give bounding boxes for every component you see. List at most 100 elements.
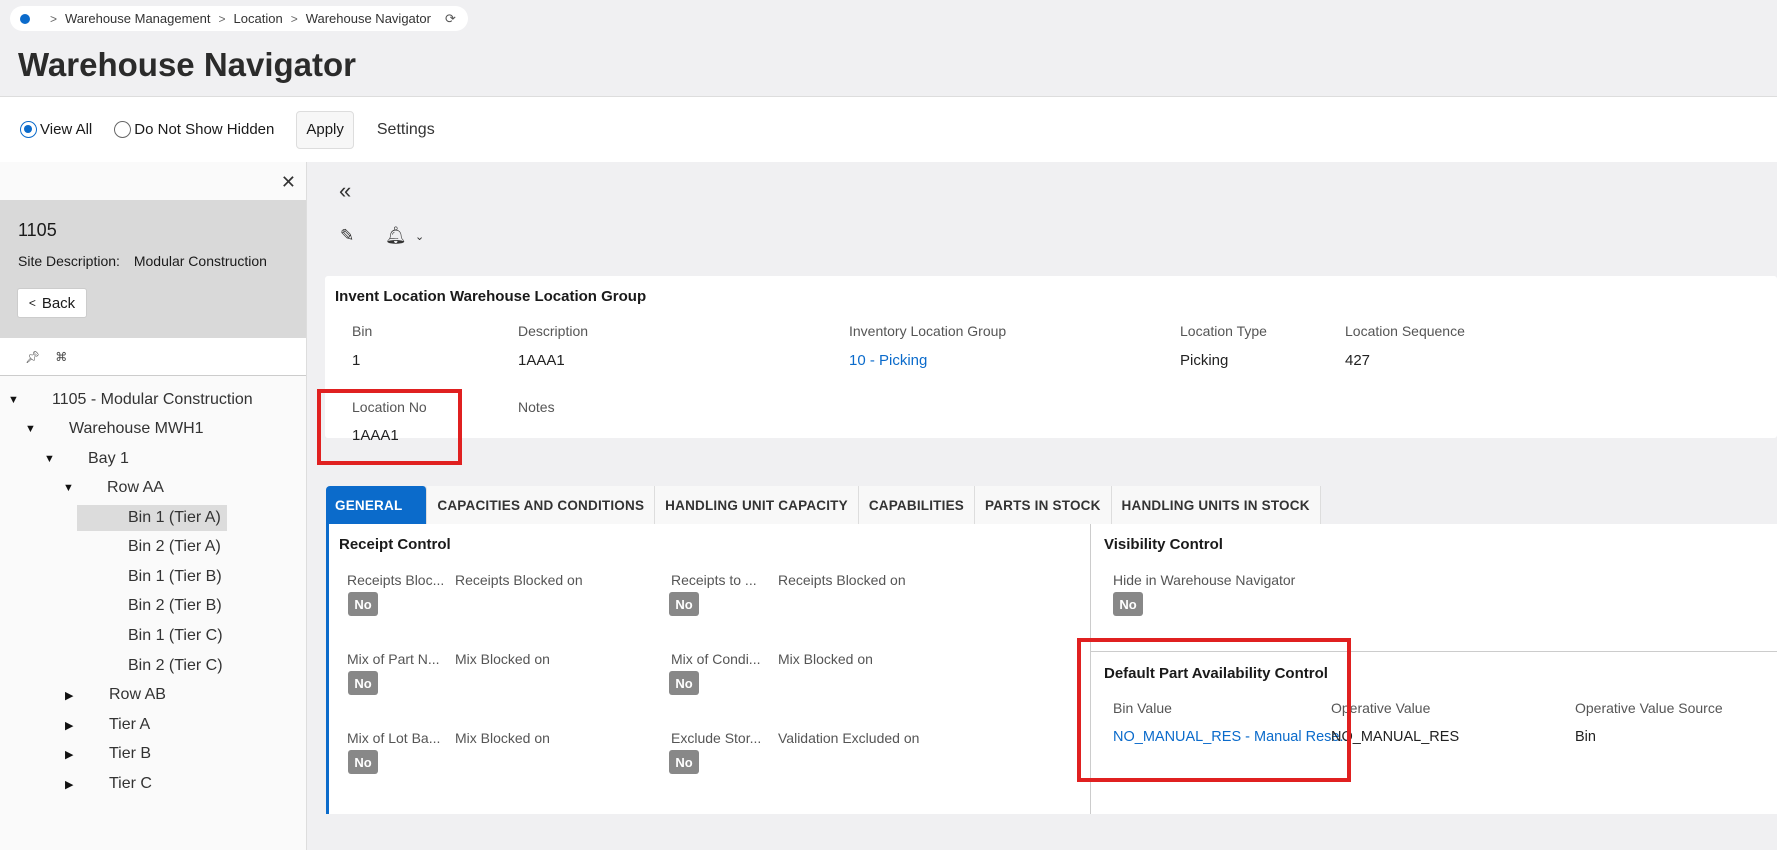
tree-item-bin[interactable]: Bin 2 (Tier C) — [128, 651, 223, 681]
tree-item-label: Tier C — [109, 775, 152, 792]
mix-blocked-on-label-2: Mix Blocked on — [778, 651, 873, 667]
tree-item-label: Warehouse MWH1 — [69, 420, 204, 437]
tree-item-site[interactable]: ▼ 1105 - Modular Construction — [8, 385, 253, 415]
site-description-value: Modular Construction — [133, 253, 267, 269]
home-icon[interactable] — [20, 13, 30, 24]
caret-right-icon[interactable]: ▶ — [65, 689, 79, 702]
receipts-to-badge: No — [669, 592, 699, 616]
tree-item-bin[interactable]: Bin 2 (Tier B) — [128, 591, 222, 621]
receipts-blocked-on-label-2: Receipts Blocked on — [778, 572, 906, 588]
location-type-value: Picking — [1180, 352, 1229, 369]
settings-button[interactable]: Settings — [377, 121, 435, 139]
location-info-card: Invent Location Warehouse Location Group… — [325, 276, 1777, 444]
back-button[interactable]: < Back — [17, 288, 87, 318]
description-value: 1AAA1 — [518, 352, 565, 369]
page-title: Warehouse Navigator — [18, 46, 357, 83]
tab-parts-in-stock[interactable]: PARTS IN STOCK — [974, 486, 1112, 524]
location-sequence-label: Location Sequence — [1345, 323, 1465, 339]
location-type-label: Location Type — [1180, 323, 1267, 339]
tree-item-bin-selected[interactable]: Bin 1 (Tier A) — [77, 503, 227, 533]
card-title: Invent Location Warehouse Location Group — [335, 288, 647, 305]
tree-item-label: Bin 2 (Tier B) — [128, 597, 222, 614]
exclude-storage-badge: No — [669, 750, 699, 774]
tab-general[interactable]: GENERAL — [326, 486, 428, 524]
do-not-show-hidden-label: Do Not Show Hidden — [134, 121, 275, 138]
caret-right-icon[interactable]: ▶ — [65, 719, 79, 732]
bell-icon[interactable]: 🔔︎ — [385, 226, 407, 246]
apply-button[interactable]: Apply — [296, 110, 354, 149]
grid-icon[interactable]: ⌘ — [55, 350, 67, 364]
caret-right-icon[interactable]: ▶ — [65, 778, 79, 791]
radio-unchecked-icon[interactable] — [114, 121, 132, 138]
tree-item-bin[interactable]: Bin 1 (Tier C) — [128, 621, 223, 651]
pin-icon[interactable]: 📌︎ — [25, 350, 40, 364]
mix-of-lot-batch-label: Mix of Lot Ba... — [347, 730, 441, 746]
refresh-icon[interactable]: ⟳ — [445, 11, 456, 27]
inventory-location-group-label: Inventory Location Group — [849, 323, 1007, 339]
tree-item-bay[interactable]: ▼ Bay 1 — [44, 444, 129, 474]
tree-item-bin[interactable]: Bin 2 (Tier A) — [128, 532, 221, 562]
breadcrumb: > Warehouse Management > Location > Ware… — [10, 6, 468, 31]
caret-right-icon[interactable]: ▶ — [65, 748, 79, 761]
receipts-blocked-label: Receipts Bloc... — [347, 572, 445, 588]
caret-down-icon[interactable]: ▼ — [8, 394, 22, 406]
tree-item-label: Tier B — [109, 745, 152, 762]
tree-item-label: Tier A — [109, 716, 151, 733]
radio-checked-icon[interactable] — [20, 121, 37, 138]
bin-value: 1 — [352, 352, 361, 369]
site-description: Site Description: Modular Construction — [18, 253, 267, 269]
tree-item-warehouse[interactable]: ▼ Warehouse MWH1 — [25, 414, 204, 444]
caret-down-icon[interactable]: ▼ — [44, 453, 58, 465]
visibility-control-title: Visibility Control — [1104, 536, 1223, 553]
view-all-label: View All — [40, 121, 93, 138]
tree-item-tier[interactable]: ▶ Tier B — [65, 739, 151, 769]
tree-item-label: Bin 1 (Tier C) — [128, 627, 223, 644]
mix-of-part-label: Mix of Part N... — [347, 651, 440, 667]
inventory-location-group-link[interactable]: 10 - Picking — [849, 352, 927, 369]
validation-excluded-on-label: Validation Excluded on — [778, 730, 920, 746]
tree-item-label: Bin 2 (Tier C) — [128, 657, 223, 674]
mix-of-condition-badge: No — [669, 671, 699, 695]
tree-item-label: Bin 1 (Tier A) — [77, 505, 227, 531]
caret-down-icon[interactable]: ▼ — [25, 423, 39, 435]
do-not-show-hidden-radio[interactable]: Do Not Show Hidden — [114, 121, 274, 138]
tab-handling-unit-capacity[interactable]: HANDLING UNIT CAPACITY — [655, 486, 859, 524]
highlight-box-bin-value — [1077, 638, 1351, 782]
tree-item-label: Bin 1 (Tier B) — [128, 568, 222, 585]
tab-capacities-and-conditions[interactable]: CAPACITIES AND CONDITIONS — [427, 486, 656, 524]
mix-blocked-on-label-3: Mix Blocked on — [455, 730, 550, 746]
breadcrumb-item-warehouse-management[interactable]: Warehouse Management — [65, 11, 211, 26]
chevron-left-icon: < — [28, 296, 36, 310]
tree-item-row-ab[interactable]: ▶ Row AB — [65, 680, 166, 710]
tree-item-tier[interactable]: ▶ Tier C — [65, 769, 152, 799]
pencil-icon[interactable]: ✎ — [340, 226, 354, 246]
general-tab-panel: Receipt Control Receipts Bloc... Receipt… — [326, 524, 1777, 814]
tab-handling-units-in-stock[interactable]: HANDLING UNITS IN STOCK — [1111, 486, 1321, 524]
chevron-down-icon[interactable]: ⌄ — [415, 230, 424, 243]
hide-in-navigator-label: Hide in Warehouse Navigator — [1113, 572, 1296, 588]
operative-value-source: Bin — [1575, 729, 1596, 745]
breadcrumb-item-location[interactable]: Location — [234, 11, 283, 26]
caret-down-icon[interactable]: ▼ — [63, 482, 77, 494]
operative-value-source-label: Operative Value Source — [1575, 700, 1723, 716]
tab-capabilities[interactable]: CAPABILITIES — [858, 486, 975, 524]
site-description-label: Site Description: — [18, 253, 120, 269]
mix-of-part-badge: No — [348, 671, 378, 695]
exclude-storage-label: Exclude Stor... — [671, 730, 762, 746]
view-all-radio[interactable]: View All — [20, 121, 92, 138]
tree-item-label: 1105 - Modular Construction — [52, 391, 253, 408]
close-icon[interactable]: ✕ — [281, 172, 296, 193]
receipts-blocked-on-label: Receipts Blocked on — [455, 572, 583, 588]
tree-item-label: Row AA — [107, 479, 164, 496]
double-chevron-left-icon[interactable]: « — [339, 178, 351, 204]
detail-tabs: GENERAL CAPACITIES AND CONDITIONS HANDLI… — [326, 486, 1321, 524]
tree-item-bin[interactable]: Bin 1 (Tier B) — [128, 562, 222, 592]
site-card: 1105 Site Description: Modular Construct… — [0, 200, 306, 338]
mix-of-lot-batch-badge: No — [348, 750, 378, 774]
notes-label: Notes — [518, 399, 555, 415]
tree-item-tier[interactable]: ▶ Tier A — [65, 710, 150, 740]
tree-item-row-aa[interactable]: ▼ Row AA — [63, 473, 164, 503]
site-id: 1105 — [18, 220, 57, 240]
tree-tools: 📌︎ ⌘ — [0, 338, 306, 376]
bin-label: Bin — [352, 323, 373, 339]
